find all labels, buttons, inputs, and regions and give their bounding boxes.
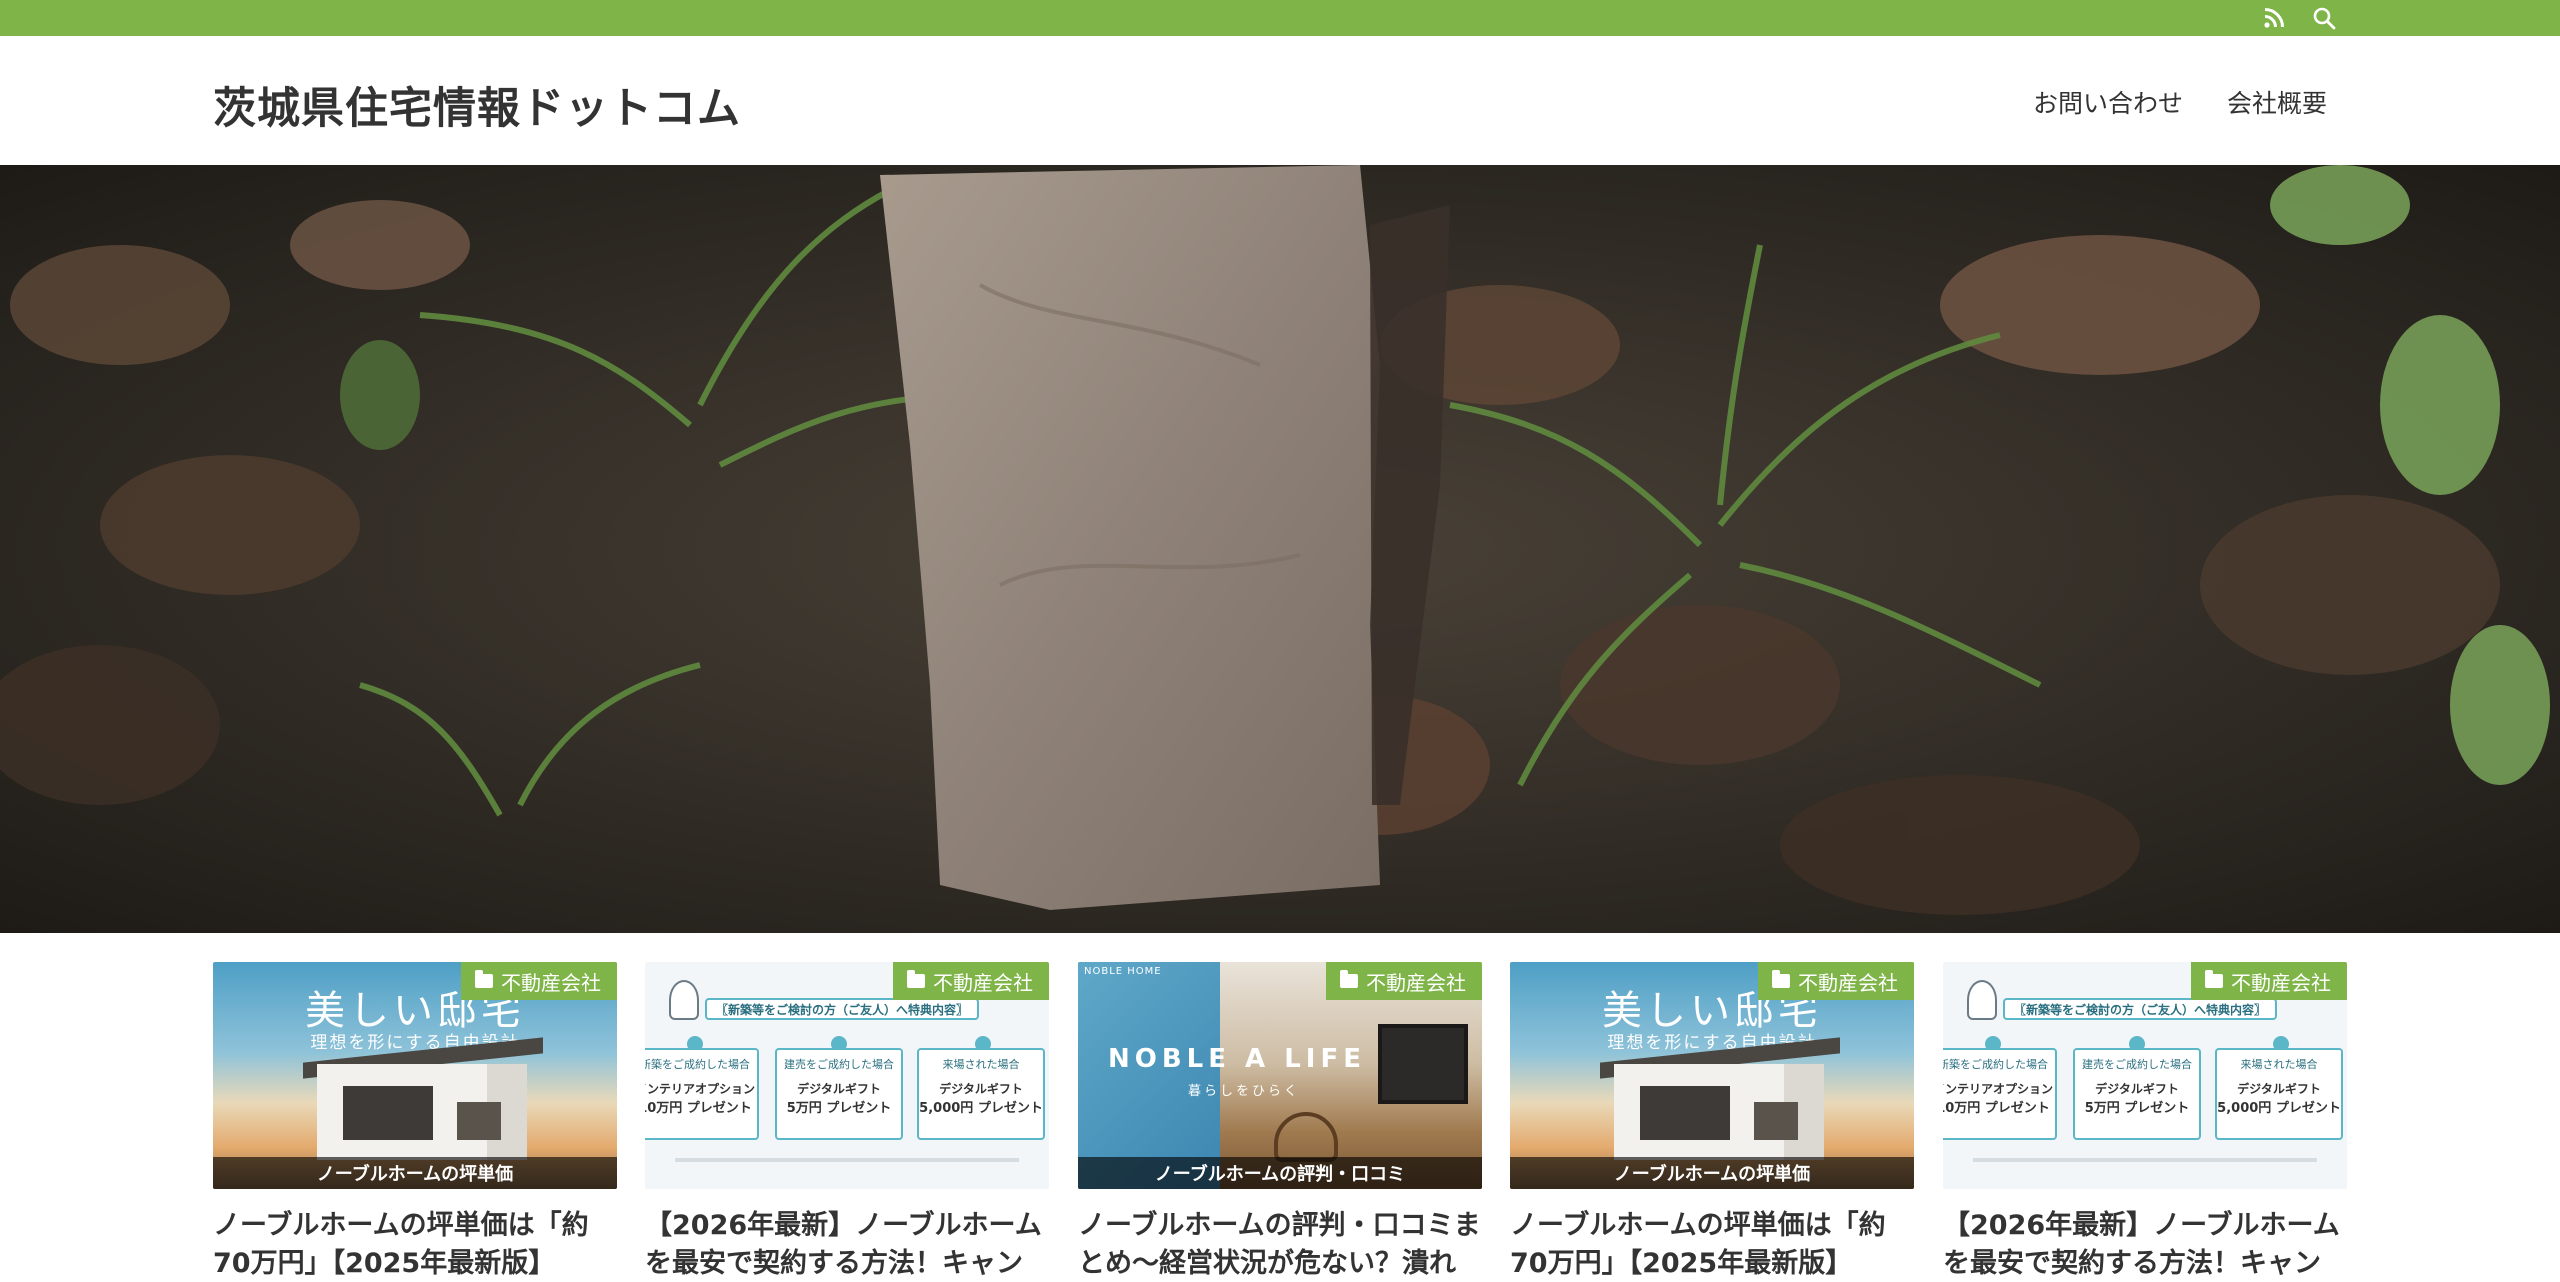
site-title[interactable]: 茨城県住宅情報ドットコム: [213, 74, 741, 136]
offer-condition: 来場された場合: [2240, 1058, 2318, 1071]
card-title[interactable]: 【2026年最新】ノーブルホームを最安で契約する方法！キャンペーン: [645, 1207, 1049, 1282]
post-card-list: 美しい邸宅 理想を形にする自由設計 不動産会社 ノーブルホームの坪単価 ノーブル…: [213, 962, 2347, 1282]
top-bar: [0, 0, 2560, 36]
card-thumbnail[interactable]: 〖新築等をご検討の方（ご友人）へ特典内容〗 新築をご成約した場合 インテリアオプ…: [1943, 962, 2347, 1189]
offer-box: 建売をご成約した場合 デジタルギフト 5万円 プレゼント: [2073, 1048, 2201, 1140]
folder-icon: [1340, 970, 1358, 988]
house-illustration: [1640, 1086, 1730, 1140]
category-badge[interactable]: 不動産会社: [2191, 962, 2347, 1000]
offer-condition: 新築をご成約した場合: [645, 1058, 750, 1071]
house-illustration: [1754, 1102, 1798, 1140]
post-card[interactable]: 美しい邸宅 理想を形にする自由設計 不動産会社 ノーブルホームの坪単価 ノーブル…: [1510, 962, 1914, 1282]
category-label: 不動産会社: [933, 970, 1033, 995]
card-title[interactable]: ノーブルホームの評判・口コミまとめ〜経営状況が危ない？潰れ: [1078, 1207, 1482, 1282]
post-card[interactable]: NOBLE HOME NOBLE A LIFE 暮らしをひらく 不動産会社 ノー…: [1078, 962, 1482, 1282]
category-label: 不動産会社: [1798, 970, 1898, 995]
footnote-line: [675, 1158, 1019, 1162]
hero-image: [0, 165, 2560, 933]
main-nav: お問い合わせ 会社概要: [2033, 84, 2327, 120]
offer-item: デジタルギフト: [939, 1082, 1023, 1096]
offer-condition: 建売をご成約した場合: [784, 1058, 894, 1071]
folder-icon: [2205, 970, 2223, 988]
offer-condition: 新築をご成約した場合: [1943, 1058, 2048, 1071]
category-label: 不動産会社: [2231, 970, 2331, 995]
person-illustration: [1967, 980, 1997, 1020]
card-title[interactable]: 【2026年最新】ノーブルホームを最安で契約する方法！キャンペーン: [1943, 1207, 2347, 1282]
offer-item: デジタルギフト: [2095, 1082, 2179, 1096]
top-bar-icons: [2260, 0, 2338, 36]
offer-amount: 5,000円 プレゼント: [919, 1101, 1043, 1116]
search-icon[interactable]: [2310, 4, 2338, 32]
offer-amount: 5万円 プレゼント: [786, 1101, 892, 1116]
category-badge[interactable]: 不動産会社: [1758, 962, 1914, 1000]
category-label: 不動産会社: [501, 970, 601, 995]
card-thumbnail[interactable]: 〖新築等をご検討の方（ご友人）へ特典内容〗 新築をご成約した場合 インテリアオプ…: [645, 962, 1049, 1189]
post-card[interactable]: 〖新築等をご検討の方（ご友人）へ特典内容〗 新築をご成約した場合 インテリアオプ…: [1943, 962, 2347, 1282]
offer-amount: 5,000円 プレゼント: [2217, 1101, 2341, 1116]
category-badge[interactable]: 不動産会社: [893, 962, 1049, 1000]
offer-box: 新築をご成約した場合 インテリアオプション 10万円 プレゼント: [1943, 1048, 2057, 1140]
thumbnail-caption: ノーブルホームの評判・口コミ: [1078, 1157, 1482, 1189]
thumbnail-subhead: 理想を形にする自由設計: [1607, 1033, 1817, 1053]
thumbnail-subhead: 理想を形にする自由設計: [310, 1033, 520, 1053]
card-title[interactable]: ノーブルホームの坪単価は「約70万円」【2025年最新版】: [1510, 1207, 1914, 1282]
site-header: 茨城県住宅情報ドットコム お問い合わせ 会社概要: [0, 36, 2560, 165]
card-thumbnail[interactable]: 美しい邸宅 理想を形にする自由設計 不動産会社 ノーブルホームの坪単価: [1510, 962, 1914, 1189]
card-thumbnail[interactable]: 美しい邸宅 理想を形にする自由設計 不動産会社 ノーブルホームの坪単価: [213, 962, 617, 1189]
offer-box: 来場された場合 デジタルギフト 5,000円 プレゼント: [917, 1048, 1045, 1140]
post-card[interactable]: 美しい邸宅 理想を形にする自由設計 不動産会社 ノーブルホームの坪単価 ノーブル…: [213, 962, 617, 1282]
person-illustration: [669, 980, 699, 1020]
offer-item: デジタルギフト: [2237, 1082, 2321, 1096]
nav-item-contact[interactable]: お問い合わせ: [2033, 84, 2183, 120]
folder-icon: [475, 970, 493, 988]
offer-box: 新築をご成約した場合 インテリアオプション 10万円 プレゼント: [645, 1048, 759, 1140]
house-illustration: [457, 1102, 501, 1140]
folder-icon: [907, 970, 925, 988]
offer-condition: 来場された場合: [942, 1058, 1020, 1071]
brand-tagline: NOBLE A LIFE: [1108, 1044, 1366, 1074]
card-title[interactable]: ノーブルホームの坪単価は「約70万円」【2025年最新版】: [213, 1207, 617, 1282]
offer-amount: 5万円 プレゼント: [2084, 1101, 2190, 1116]
nav-item-company[interactable]: 会社概要: [2227, 84, 2327, 120]
brand-logo: NOBLE HOME: [1084, 966, 1162, 977]
house-illustration: [343, 1086, 433, 1140]
offer-amount: 10万円 プレゼント: [645, 1101, 752, 1116]
footnote-line: [1973, 1158, 2317, 1162]
category-label: 不動産会社: [1366, 970, 1466, 995]
interior-photo: [1378, 1024, 1468, 1104]
offer-heading: 〖新築等をご検討の方（ご友人）へ特典内容〗: [2003, 998, 2277, 1020]
card-thumbnail[interactable]: NOBLE HOME NOBLE A LIFE 暮らしをひらく 不動産会社 ノー…: [1078, 962, 1482, 1189]
thumbnail-caption: ノーブルホームの坪単価: [1510, 1157, 1914, 1189]
category-badge[interactable]: 不動産会社: [461, 962, 617, 1000]
offer-box: 建売をご成約した場合 デジタルギフト 5万円 プレゼント: [775, 1048, 903, 1140]
offer-condition: 建売をご成約した場合: [2082, 1058, 2192, 1071]
offer-amount: 10万円 プレゼント: [1943, 1101, 2050, 1116]
brand-panel: [1078, 962, 1220, 1189]
offer-item: インテリアオプション: [1943, 1082, 2053, 1096]
thumbnail-caption: ノーブルホームの坪単価: [213, 1157, 617, 1189]
post-card[interactable]: 〖新築等をご検討の方（ご友人）へ特典内容〗 新築をご成約した場合 インテリアオプ…: [645, 962, 1049, 1282]
category-badge[interactable]: 不動産会社: [1326, 962, 1482, 1000]
brand-subtagline: 暮らしをひらく: [1188, 1084, 1301, 1099]
offer-item: インテリアオプション: [645, 1082, 755, 1096]
folder-icon: [1772, 970, 1790, 988]
offer-item: デジタルギフト: [797, 1082, 881, 1096]
offer-heading: 〖新築等をご検討の方（ご友人）へ特典内容〗: [705, 998, 979, 1020]
rss-icon[interactable]: [2260, 4, 2288, 32]
offer-box: 来場された場合 デジタルギフト 5,000円 プレゼント: [2215, 1048, 2343, 1140]
